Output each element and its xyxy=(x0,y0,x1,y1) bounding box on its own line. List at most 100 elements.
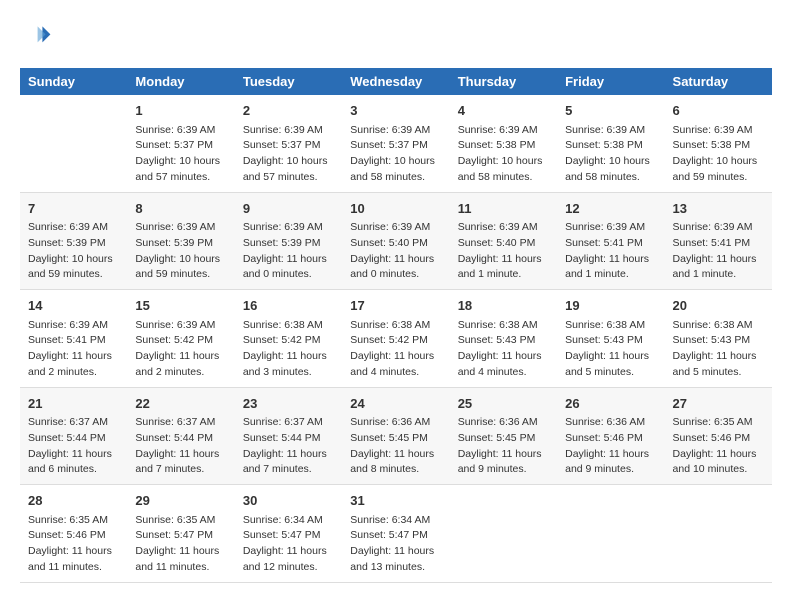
day-info: Sunrise: 6:39 AMSunset: 5:37 PMDaylight:… xyxy=(243,123,334,186)
day-number: 25 xyxy=(458,394,549,414)
day-number: 28 xyxy=(28,491,119,511)
day-info: Sunrise: 6:39 AMSunset: 5:38 PMDaylight:… xyxy=(565,123,656,186)
day-header-saturday: Saturday xyxy=(665,68,772,95)
calendar-cell: 27Sunrise: 6:35 AMSunset: 5:46 PMDayligh… xyxy=(665,387,772,485)
day-info: Sunrise: 6:34 AMSunset: 5:47 PMDaylight:… xyxy=(243,513,334,576)
day-info: Sunrise: 6:38 AMSunset: 5:42 PMDaylight:… xyxy=(243,318,334,381)
calendar-cell: 29Sunrise: 6:35 AMSunset: 5:47 PMDayligh… xyxy=(127,485,234,583)
day-number: 2 xyxy=(243,101,334,121)
day-info: Sunrise: 6:39 AMSunset: 5:39 PMDaylight:… xyxy=(28,220,119,283)
week-row-3: 14Sunrise: 6:39 AMSunset: 5:41 PMDayligh… xyxy=(20,290,772,388)
day-header-thursday: Thursday xyxy=(450,68,557,95)
logo-icon xyxy=(20,20,52,52)
day-number: 6 xyxy=(673,101,764,121)
logo xyxy=(20,20,56,52)
day-info: Sunrise: 6:37 AMSunset: 5:44 PMDaylight:… xyxy=(28,415,119,478)
day-number: 13 xyxy=(673,199,764,219)
day-number: 7 xyxy=(28,199,119,219)
day-number: 10 xyxy=(350,199,441,219)
calendar-cell xyxy=(665,485,772,583)
day-info: Sunrise: 6:39 AMSunset: 5:40 PMDaylight:… xyxy=(458,220,549,283)
calendar-cell xyxy=(20,95,127,192)
day-number: 4 xyxy=(458,101,549,121)
calendar-cell xyxy=(450,485,557,583)
day-number: 17 xyxy=(350,296,441,316)
calendar-cell: 30Sunrise: 6:34 AMSunset: 5:47 PMDayligh… xyxy=(235,485,342,583)
day-info: Sunrise: 6:39 AMSunset: 5:41 PMDaylight:… xyxy=(673,220,764,283)
day-number: 5 xyxy=(565,101,656,121)
calendar-cell: 23Sunrise: 6:37 AMSunset: 5:44 PMDayligh… xyxy=(235,387,342,485)
day-info: Sunrise: 6:39 AMSunset: 5:38 PMDaylight:… xyxy=(673,123,764,186)
calendar-cell: 28Sunrise: 6:35 AMSunset: 5:46 PMDayligh… xyxy=(20,485,127,583)
calendar-cell xyxy=(557,485,664,583)
day-number: 3 xyxy=(350,101,441,121)
calendar-cell: 3Sunrise: 6:39 AMSunset: 5:37 PMDaylight… xyxy=(342,95,449,192)
day-info: Sunrise: 6:36 AMSunset: 5:45 PMDaylight:… xyxy=(458,415,549,478)
calendar-cell: 2Sunrise: 6:39 AMSunset: 5:37 PMDaylight… xyxy=(235,95,342,192)
day-number: 8 xyxy=(135,199,226,219)
day-number: 1 xyxy=(135,101,226,121)
calendar-cell: 13Sunrise: 6:39 AMSunset: 5:41 PMDayligh… xyxy=(665,192,772,290)
day-info: Sunrise: 6:39 AMSunset: 5:41 PMDaylight:… xyxy=(28,318,119,381)
day-number: 11 xyxy=(458,199,549,219)
day-info: Sunrise: 6:39 AMSunset: 5:39 PMDaylight:… xyxy=(135,220,226,283)
day-number: 19 xyxy=(565,296,656,316)
calendar-cell: 7Sunrise: 6:39 AMSunset: 5:39 PMDaylight… xyxy=(20,192,127,290)
calendar-header-row: SundayMondayTuesdayWednesdayThursdayFrid… xyxy=(20,68,772,95)
calendar-cell: 26Sunrise: 6:36 AMSunset: 5:46 PMDayligh… xyxy=(557,387,664,485)
day-number: 22 xyxy=(135,394,226,414)
day-header-wednesday: Wednesday xyxy=(342,68,449,95)
calendar-cell: 25Sunrise: 6:36 AMSunset: 5:45 PMDayligh… xyxy=(450,387,557,485)
calendar-cell: 11Sunrise: 6:39 AMSunset: 5:40 PMDayligh… xyxy=(450,192,557,290)
day-number: 12 xyxy=(565,199,656,219)
day-info: Sunrise: 6:36 AMSunset: 5:46 PMDaylight:… xyxy=(565,415,656,478)
calendar-cell: 17Sunrise: 6:38 AMSunset: 5:42 PMDayligh… xyxy=(342,290,449,388)
calendar-cell: 4Sunrise: 6:39 AMSunset: 5:38 PMDaylight… xyxy=(450,95,557,192)
calendar-cell: 22Sunrise: 6:37 AMSunset: 5:44 PMDayligh… xyxy=(127,387,234,485)
day-info: Sunrise: 6:39 AMSunset: 5:40 PMDaylight:… xyxy=(350,220,441,283)
calendar-cell: 10Sunrise: 6:39 AMSunset: 5:40 PMDayligh… xyxy=(342,192,449,290)
calendar-cell: 6Sunrise: 6:39 AMSunset: 5:38 PMDaylight… xyxy=(665,95,772,192)
day-number: 9 xyxy=(243,199,334,219)
day-info: Sunrise: 6:37 AMSunset: 5:44 PMDaylight:… xyxy=(243,415,334,478)
calendar-cell: 5Sunrise: 6:39 AMSunset: 5:38 PMDaylight… xyxy=(557,95,664,192)
day-number: 24 xyxy=(350,394,441,414)
day-info: Sunrise: 6:39 AMSunset: 5:38 PMDaylight:… xyxy=(458,123,549,186)
day-header-friday: Friday xyxy=(557,68,664,95)
day-number: 16 xyxy=(243,296,334,316)
calendar-cell: 15Sunrise: 6:39 AMSunset: 5:42 PMDayligh… xyxy=(127,290,234,388)
calendar-cell: 24Sunrise: 6:36 AMSunset: 5:45 PMDayligh… xyxy=(342,387,449,485)
day-number: 27 xyxy=(673,394,764,414)
day-info: Sunrise: 6:38 AMSunset: 5:43 PMDaylight:… xyxy=(673,318,764,381)
calendar-cell: 8Sunrise: 6:39 AMSunset: 5:39 PMDaylight… xyxy=(127,192,234,290)
day-header-sunday: Sunday xyxy=(20,68,127,95)
day-info: Sunrise: 6:38 AMSunset: 5:42 PMDaylight:… xyxy=(350,318,441,381)
day-info: Sunrise: 6:35 AMSunset: 5:46 PMDaylight:… xyxy=(673,415,764,478)
day-info: Sunrise: 6:39 AMSunset: 5:41 PMDaylight:… xyxy=(565,220,656,283)
calendar-cell: 18Sunrise: 6:38 AMSunset: 5:43 PMDayligh… xyxy=(450,290,557,388)
day-info: Sunrise: 6:38 AMSunset: 5:43 PMDaylight:… xyxy=(458,318,549,381)
day-info: Sunrise: 6:35 AMSunset: 5:46 PMDaylight:… xyxy=(28,513,119,576)
page-header xyxy=(20,20,772,52)
day-number: 26 xyxy=(565,394,656,414)
day-header-tuesday: Tuesday xyxy=(235,68,342,95)
day-info: Sunrise: 6:39 AMSunset: 5:42 PMDaylight:… xyxy=(135,318,226,381)
calendar-cell: 20Sunrise: 6:38 AMSunset: 5:43 PMDayligh… xyxy=(665,290,772,388)
calendar-cell: 19Sunrise: 6:38 AMSunset: 5:43 PMDayligh… xyxy=(557,290,664,388)
calendar-table: SundayMondayTuesdayWednesdayThursdayFrid… xyxy=(20,68,772,583)
calendar-cell: 16Sunrise: 6:38 AMSunset: 5:42 PMDayligh… xyxy=(235,290,342,388)
day-info: Sunrise: 6:34 AMSunset: 5:47 PMDaylight:… xyxy=(350,513,441,576)
day-number: 20 xyxy=(673,296,764,316)
day-info: Sunrise: 6:39 AMSunset: 5:39 PMDaylight:… xyxy=(243,220,334,283)
calendar-cell: 21Sunrise: 6:37 AMSunset: 5:44 PMDayligh… xyxy=(20,387,127,485)
day-info: Sunrise: 6:36 AMSunset: 5:45 PMDaylight:… xyxy=(350,415,441,478)
day-number: 29 xyxy=(135,491,226,511)
calendar-cell: 9Sunrise: 6:39 AMSunset: 5:39 PMDaylight… xyxy=(235,192,342,290)
week-row-4: 21Sunrise: 6:37 AMSunset: 5:44 PMDayligh… xyxy=(20,387,772,485)
calendar-cell: 12Sunrise: 6:39 AMSunset: 5:41 PMDayligh… xyxy=(557,192,664,290)
day-number: 14 xyxy=(28,296,119,316)
day-info: Sunrise: 6:39 AMSunset: 5:37 PMDaylight:… xyxy=(135,123,226,186)
day-header-monday: Monday xyxy=(127,68,234,95)
day-info: Sunrise: 6:35 AMSunset: 5:47 PMDaylight:… xyxy=(135,513,226,576)
week-row-1: 1Sunrise: 6:39 AMSunset: 5:37 PMDaylight… xyxy=(20,95,772,192)
